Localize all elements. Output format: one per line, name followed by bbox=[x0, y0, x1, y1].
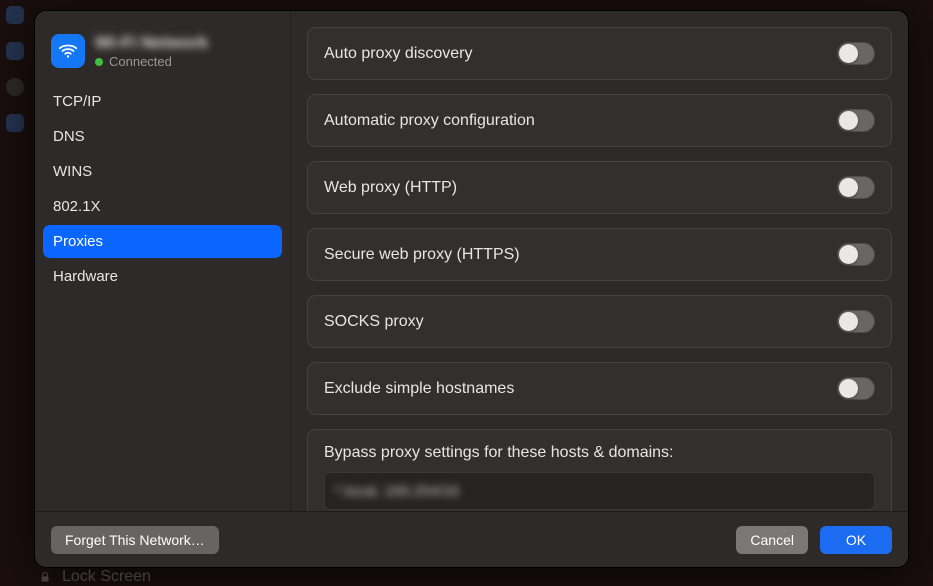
sidebar: Wi-Fi Network Connected TCP/IP DNS WINS … bbox=[35, 11, 291, 511]
row-label: Automatic proxy configuration bbox=[324, 112, 535, 130]
bypass-box: Bypass proxy settings for these hosts & … bbox=[307, 429, 892, 511]
row-socks-proxy: SOCKS proxy bbox=[307, 295, 892, 348]
sidebar-item-hardware[interactable]: Hardware bbox=[43, 260, 282, 293]
status-dot-icon bbox=[95, 58, 103, 66]
bottom-bar: Forget This Network… Cancel OK bbox=[35, 511, 908, 567]
sidebar-item-wins[interactable]: WINS bbox=[43, 155, 282, 188]
toggle-secure-web-proxy-https[interactable] bbox=[837, 243, 875, 266]
network-settings-sheet: Wi-Fi Network Connected TCP/IP DNS WINS … bbox=[34, 10, 909, 568]
background-app-strip bbox=[0, 0, 30, 586]
toggle-knob-icon bbox=[839, 178, 858, 197]
bg-app-icon bbox=[6, 78, 24, 96]
bypass-hosts-input[interactable]: *.local, 169.254/16 bbox=[324, 472, 875, 510]
sidebar-item-proxies[interactable]: Proxies bbox=[43, 225, 282, 258]
toggle-auto-proxy-discovery[interactable] bbox=[837, 42, 875, 65]
row-label: Web proxy (HTTP) bbox=[324, 179, 457, 197]
toggle-knob-icon bbox=[839, 312, 858, 331]
row-automatic-proxy-config: Automatic proxy configuration bbox=[307, 94, 892, 147]
network-status: Connected bbox=[109, 54, 172, 69]
bypass-hosts-value: *.local, 169.254/16 bbox=[335, 483, 459, 500]
toggle-automatic-proxy-config[interactable] bbox=[837, 109, 875, 132]
toggle-knob-icon bbox=[839, 111, 858, 130]
row-label: Auto proxy discovery bbox=[324, 45, 473, 63]
cancel-button[interactable]: Cancel bbox=[736, 526, 808, 554]
row-label: Exclude simple hostnames bbox=[324, 380, 514, 398]
row-label: Secure web proxy (HTTPS) bbox=[324, 246, 520, 264]
row-exclude-simple-hostnames: Exclude simple hostnames bbox=[307, 362, 892, 415]
bypass-label: Bypass proxy settings for these hosts & … bbox=[324, 444, 875, 462]
toggle-web-proxy-http[interactable] bbox=[837, 176, 875, 199]
lock-label: Lock Screen bbox=[62, 568, 151, 586]
toggle-socks-proxy[interactable] bbox=[837, 310, 875, 333]
ok-button[interactable]: OK bbox=[820, 526, 892, 554]
network-status-row: Connected bbox=[95, 54, 208, 69]
toggle-knob-icon bbox=[839, 44, 858, 63]
network-title-block: Wi-Fi Network Connected bbox=[95, 33, 208, 69]
background-lock-row: Lock Screen bbox=[38, 568, 151, 586]
bg-app-icon bbox=[6, 42, 24, 60]
forget-network-button[interactable]: Forget This Network… bbox=[51, 526, 219, 554]
network-name: Wi-Fi Network bbox=[95, 33, 208, 53]
bg-app-icon bbox=[6, 114, 24, 132]
toggle-knob-icon bbox=[839, 245, 858, 264]
network-header: Wi-Fi Network Connected bbox=[43, 25, 282, 83]
bg-app-icon bbox=[6, 6, 24, 24]
wifi-icon bbox=[51, 34, 85, 68]
sidebar-item-dns[interactable]: DNS bbox=[43, 120, 282, 153]
row-web-proxy-http: Web proxy (HTTP) bbox=[307, 161, 892, 214]
row-auto-proxy-discovery: Auto proxy discovery bbox=[307, 27, 892, 80]
lock-icon bbox=[38, 570, 52, 584]
content-panel: Auto proxy discovery Automatic proxy con… bbox=[291, 11, 908, 511]
sidebar-item-tcpip[interactable]: TCP/IP bbox=[43, 85, 282, 118]
toggle-exclude-simple-hostnames[interactable] bbox=[837, 377, 875, 400]
sidebar-item-8021x[interactable]: 802.1X bbox=[43, 190, 282, 223]
row-label: SOCKS proxy bbox=[324, 313, 424, 331]
toggle-knob-icon bbox=[839, 379, 858, 398]
sheet-body: Wi-Fi Network Connected TCP/IP DNS WINS … bbox=[35, 11, 908, 511]
row-secure-web-proxy-https: Secure web proxy (HTTPS) bbox=[307, 228, 892, 281]
